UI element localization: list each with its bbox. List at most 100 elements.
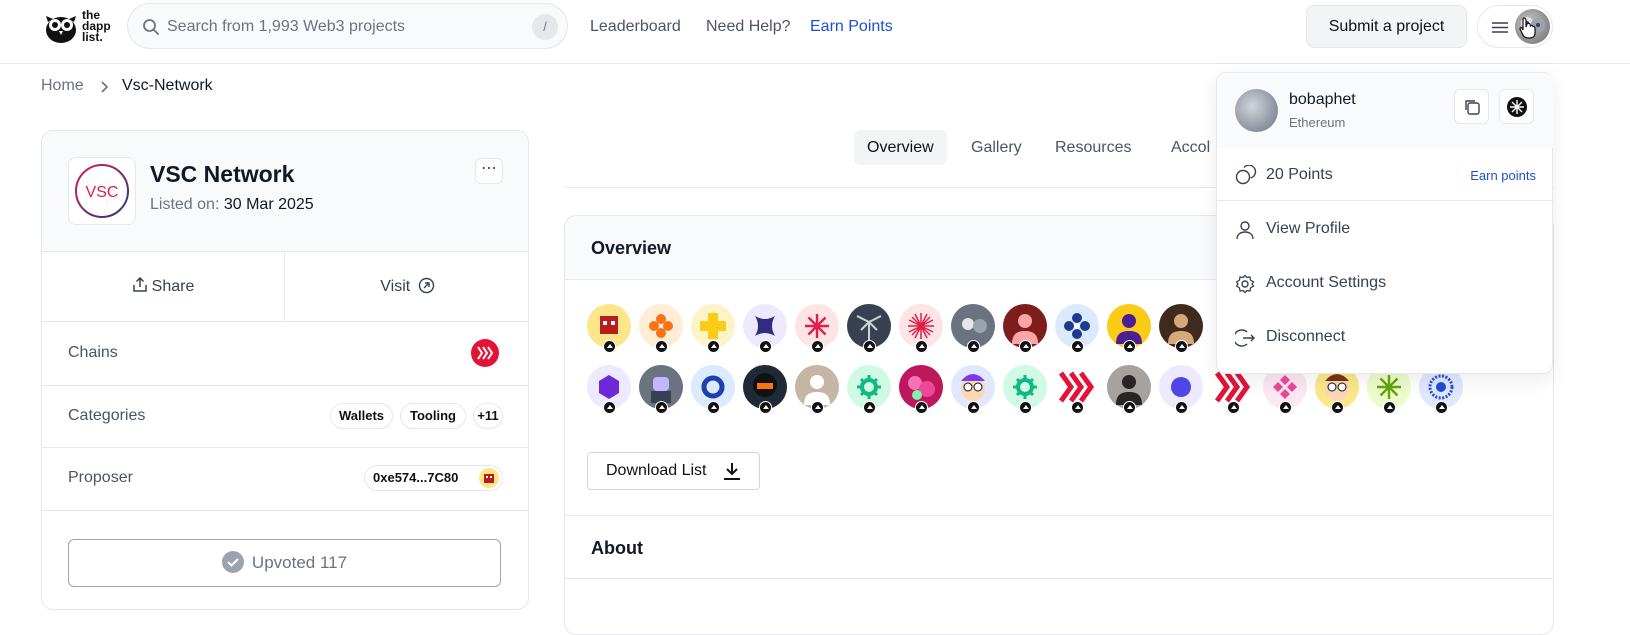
upvote-badge-icon bbox=[603, 340, 616, 353]
owl-logo-icon bbox=[46, 16, 76, 43]
account-dropdown: bobaphet Ethereum 20 Points Earn points … bbox=[1216, 72, 1554, 374]
points-count: 20 Points bbox=[1266, 166, 1333, 183]
menu-item-view-profile[interactable]: View Profile bbox=[1217, 203, 1554, 257]
divider bbox=[42, 510, 528, 511]
user-icon bbox=[1236, 221, 1254, 240]
wallet-icon bbox=[1507, 97, 1527, 117]
upvoter-avatar[interactable] bbox=[1107, 365, 1151, 414]
tab-gallery[interactable]: Gallery bbox=[958, 130, 1035, 165]
menu-item-label: Disconnect bbox=[1266, 328, 1346, 345]
upvote-badge-icon bbox=[1175, 340, 1188, 353]
upvoter-avatar[interactable] bbox=[743, 304, 787, 353]
proposer-row: Proposer 0xe574...7C80 bbox=[42, 447, 528, 510]
submit-project-button[interactable]: Submit a project bbox=[1306, 5, 1467, 48]
share-button[interactable]: Share bbox=[42, 252, 285, 321]
upvoter-avatar[interactable] bbox=[639, 365, 683, 414]
proposer-address[interactable]: 0xe574...7C80 bbox=[364, 465, 503, 491]
dapplist-logo[interactable]: the dapp list. bbox=[44, 8, 114, 46]
upvoter-avatar[interactable] bbox=[587, 304, 631, 353]
upvoter-avatar[interactable] bbox=[691, 304, 735, 353]
tab-resources[interactable]: Resources bbox=[1042, 130, 1144, 165]
category-tag-tooling[interactable]: Tooling bbox=[400, 403, 466, 429]
user-avatar bbox=[1235, 89, 1278, 132]
upvoter-avatar[interactable] bbox=[847, 365, 891, 414]
upvote-badge-icon bbox=[863, 340, 876, 353]
upvoter-avatar[interactable] bbox=[951, 304, 995, 353]
upvoter-avatar[interactable] bbox=[587, 365, 631, 414]
upvoter-avatar[interactable] bbox=[743, 365, 787, 414]
category-more-tag[interactable]: +11 bbox=[473, 403, 503, 429]
upvote-badge-icon bbox=[863, 401, 876, 414]
download-list-button[interactable]: Download List bbox=[587, 452, 760, 490]
upvoter-avatar[interactable] bbox=[795, 304, 839, 353]
upvote-badge-icon bbox=[1175, 401, 1188, 414]
tab-overview[interactable]: Overview bbox=[854, 130, 947, 165]
check-circle-icon bbox=[221, 551, 244, 573]
upvote-badge-icon bbox=[707, 401, 720, 414]
gear-icon bbox=[1235, 274, 1255, 294]
upvoter-avatar[interactable] bbox=[1107, 304, 1151, 353]
download-icon bbox=[724, 463, 740, 480]
upvoter-avatar[interactable] bbox=[1159, 304, 1203, 353]
hamburger-icon bbox=[1492, 22, 1508, 33]
user-chain: Ethereum bbox=[1289, 115, 1346, 130]
hand-cursor-icon bbox=[1519, 17, 1536, 39]
chevron-right-icon bbox=[101, 81, 109, 93]
upvote-badge-icon bbox=[655, 340, 668, 353]
upvote-badge-icon bbox=[1331, 401, 1344, 414]
upvote-badge-icon bbox=[707, 340, 720, 353]
wallet-button[interactable] bbox=[1499, 89, 1534, 124]
upvoter-avatar[interactable] bbox=[899, 304, 943, 353]
account-menu-button[interactable] bbox=[1477, 5, 1553, 48]
upvote-button[interactable]: Upvoted 117 bbox=[68, 539, 501, 587]
account-info: bobaphet Ethereum bbox=[1217, 73, 1554, 148]
upvoter-avatar[interactable] bbox=[1055, 365, 1099, 414]
menu-item-label: Account Settings bbox=[1266, 274, 1387, 291]
upvote-badge-icon bbox=[967, 340, 980, 353]
nav-leaderboard[interactable]: Leaderboard bbox=[590, 18, 681, 36]
logout-icon bbox=[1235, 329, 1255, 347]
category-tag-wallets[interactable]: Wallets bbox=[330, 403, 393, 429]
upvoter-avatar[interactable] bbox=[1003, 365, 1047, 414]
project-card: VSC VSC Network Listed on: 30 Mar 2025 ⋯… bbox=[41, 130, 529, 610]
earn-points-link[interactable]: Earn points bbox=[1470, 168, 1536, 183]
upvoter-avatar[interactable] bbox=[847, 304, 891, 353]
about-section: About bbox=[565, 515, 1553, 579]
upvoter-avatar[interactable] bbox=[1159, 365, 1203, 414]
upvoter-avatar[interactable] bbox=[951, 365, 995, 414]
logo-wordmark: the dapp list. bbox=[82, 8, 111, 44]
upvoter-avatar[interactable] bbox=[1055, 304, 1099, 353]
upvote-badge-icon bbox=[603, 401, 616, 414]
categories-row: Categories Wallets Tooling +11 bbox=[42, 385, 528, 447]
upvoter-avatar[interactable] bbox=[639, 304, 683, 353]
menu-item-disconnect[interactable]: Disconnect bbox=[1217, 311, 1554, 365]
menu-item-account-settings[interactable]: Account Settings bbox=[1217, 257, 1554, 311]
upvote-badge-icon bbox=[1435, 401, 1448, 414]
project-header: VSC VSC Network Listed on: 30 Mar 2025 ⋯ bbox=[42, 131, 528, 252]
nav-earn-points[interactable]: Earn Points bbox=[810, 18, 893, 36]
more-options-button[interactable]: ⋯ bbox=[475, 158, 503, 184]
upvoter-avatar[interactable] bbox=[691, 365, 735, 414]
upvoter-avatar[interactable] bbox=[795, 365, 839, 414]
search-input[interactable]: Search from 1,993 Web3 projects / bbox=[127, 3, 568, 49]
upvote-badge-icon bbox=[811, 340, 824, 353]
upvoter-avatar[interactable] bbox=[899, 365, 943, 414]
visit-button[interactable]: Visit bbox=[285, 252, 528, 321]
copy-address-button[interactable] bbox=[1454, 89, 1489, 124]
menu-item-label: View Profile bbox=[1266, 220, 1351, 237]
upvote-badge-icon bbox=[1227, 401, 1240, 414]
upvoter-avatar[interactable] bbox=[1003, 304, 1047, 353]
hive-chain-icon[interactable] bbox=[471, 339, 499, 367]
upvote-badge-icon bbox=[811, 401, 824, 414]
nav-need-help[interactable]: Need Help? bbox=[706, 18, 791, 36]
about-title: About bbox=[591, 538, 643, 558]
tab-accolades[interactable]: Accol bbox=[1158, 130, 1223, 165]
breadcrumb-home[interactable]: Home bbox=[41, 77, 84, 95]
upvote-badge-icon bbox=[759, 340, 772, 353]
vsc-logo-text: VSC bbox=[86, 184, 119, 201]
upvote-badge-icon bbox=[915, 340, 928, 353]
search-shortcut-key: / bbox=[532, 14, 558, 40]
upvote-badge-icon bbox=[759, 401, 772, 414]
coins-icon bbox=[1235, 165, 1257, 185]
proposer-label: Proposer bbox=[68, 469, 133, 486]
